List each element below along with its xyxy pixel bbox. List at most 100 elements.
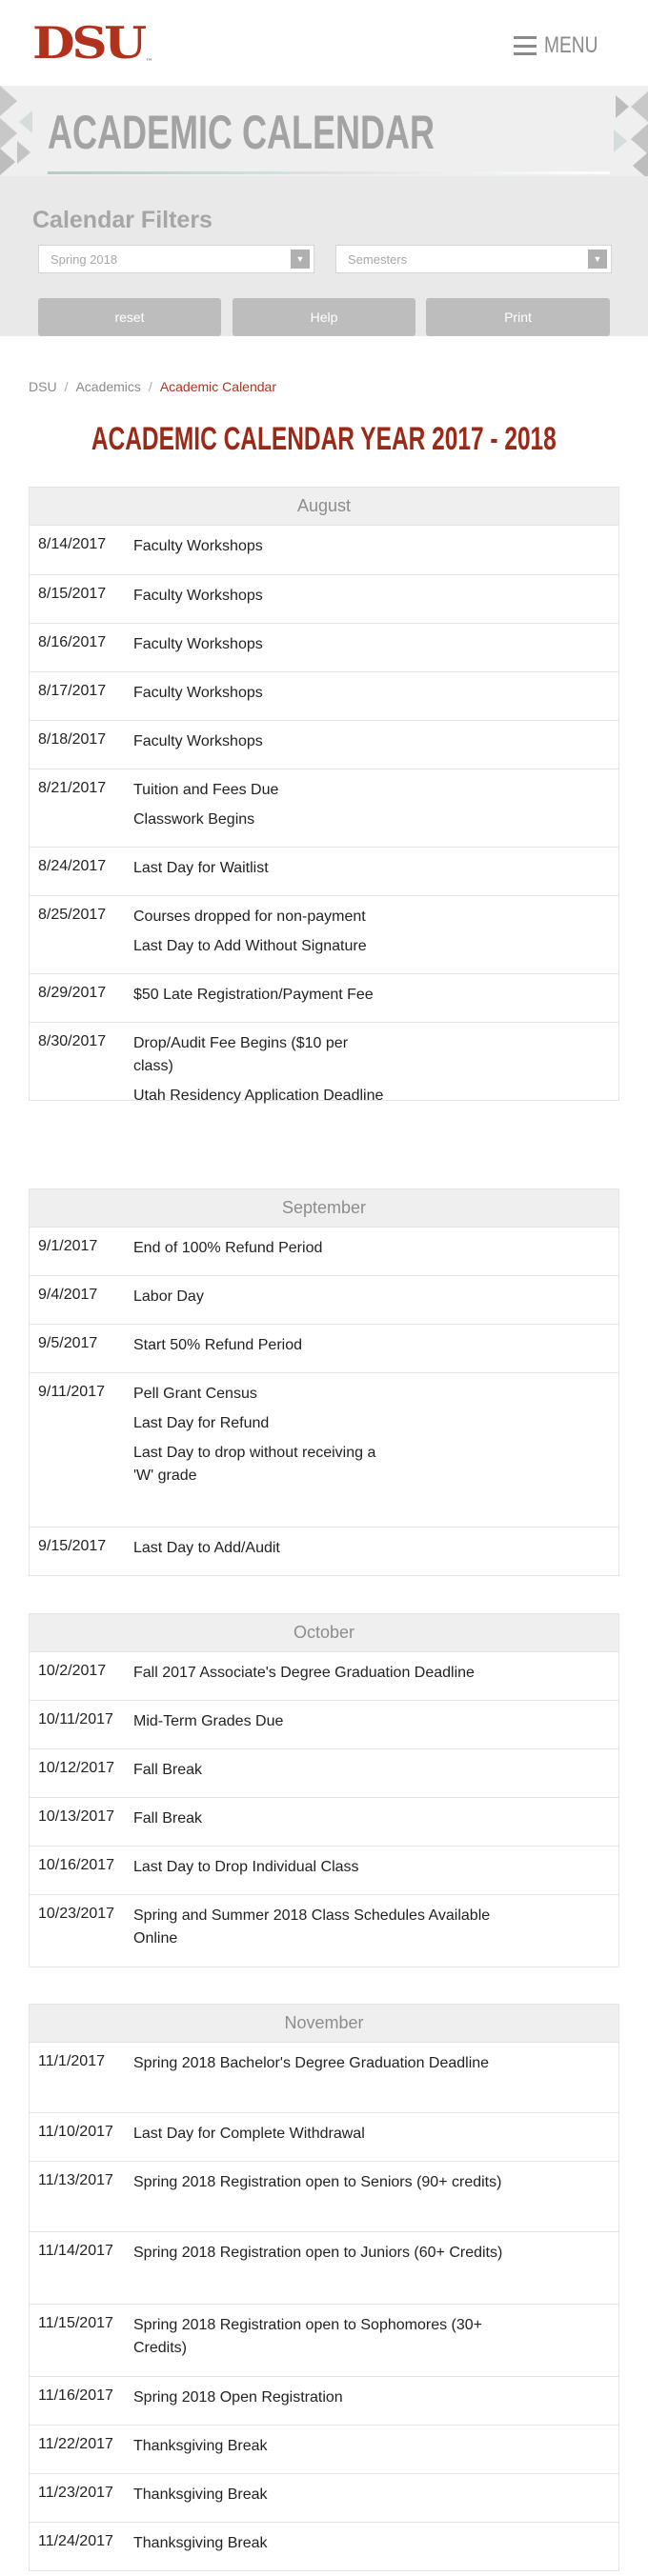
calendar-row: 9/4/2017 Labor Day (30, 1275, 618, 1324)
event-list: Tuition and Fees Due Classwork Begins (133, 769, 391, 831)
event-title: Fall Break (133, 1762, 203, 1778)
calendar-filters: Calendar Filters Spring 2018 ▼ Semesters… (0, 176, 648, 336)
event-title: Pell Grant Census (133, 1386, 257, 1402)
calendar-row: 11/16/2017 Spring 2018 Open Registration (30, 2376, 618, 2425)
event-date: 8/16/2017 (38, 634, 107, 650)
help-button[interactable]: Help (233, 298, 415, 336)
event-title: Labor Day (133, 1288, 204, 1305)
event-title: Last Day for Refund (133, 1415, 270, 1431)
calendar-row: 8/21/2017 Tuition and Fees Due Classwork B… (30, 769, 618, 847)
event-list: Mid-Term Grades Due (133, 1701, 524, 1733)
event-date: 8/24/2017 (38, 858, 107, 874)
calendar-row: 11/23/2017 Thanksgiving Break (30, 2473, 618, 2522)
event-list: Labor Day (133, 1276, 391, 1308)
event-list: Faculty Workshops (133, 721, 391, 753)
event-title: Fall 2017 Associate's Degree Graduation … (133, 1665, 475, 1681)
event-date: 11/15/2017 (38, 2315, 113, 2331)
event-list: End of 100% Refund Period (133, 1228, 391, 1260)
calendar-row: 10/23/2017 Spring and Summer 2018 Class S… (30, 1894, 618, 1967)
month-block-october: October 10/2/2017 Fall 2017 Associate's De… (29, 1613, 619, 1967)
calendar-row: 11/15/2017 Spring 2018 Registration open … (30, 2304, 618, 2376)
event-title: Spring 2018 Bachelor's Degree Graduation… (133, 2055, 490, 2071)
event-date: 11/24/2017 (38, 2533, 113, 2549)
event-date: 10/11/2017 (38, 1711, 113, 1727)
event-title: Tuition and Fees Due (133, 782, 279, 798)
event-title: Last Day to drop without receiving a 'W'… (133, 1445, 376, 1484)
event-title: Classwork Begins (133, 811, 255, 828)
event-date: 11/14/2017 (38, 2243, 113, 2259)
term-select[interactable]: Spring 2018 ▼ (38, 245, 314, 273)
event-list: Spring 2018 Open Registration (133, 2377, 524, 2409)
decorative-triangle-icon (0, 149, 15, 175)
decorative-triangle-icon (633, 152, 648, 176)
event-list: Faculty Workshops (133, 672, 391, 705)
decorative-triangle-icon (631, 91, 648, 122)
reset-button[interactable]: reset (38, 298, 221, 336)
event-date: 8/18/2017 (38, 731, 107, 748)
event-title: Last Day to Add/Audit (133, 1540, 280, 1556)
event-title: Courses dropped for non-payment (133, 909, 366, 925)
event-date: 8/14/2017 (38, 536, 107, 552)
month-block-november: November 11/1/2017 Spring 2018 Bachelor's … (29, 2004, 619, 2571)
decorative-triangle-icon (616, 95, 629, 118)
month-heading: September (30, 1189, 618, 1227)
month-heading: November (30, 2005, 618, 2042)
page-title: ACADEMIC CALENDAR YEAR 2017 - 2018 (91, 421, 557, 457)
event-list: Fall Break (133, 1749, 524, 1782)
event-list: Spring 2018 Registration open to Sophomo… (133, 2305, 524, 2360)
event-title: Fall Break (133, 1810, 203, 1827)
event-title: Drop/Audit Fee Begins ($10 per class) (133, 1035, 349, 1074)
calendar-row: 10/12/2017 Fall Break (30, 1748, 618, 1797)
event-list: Faculty Workshops (133, 575, 391, 608)
event-title: Spring 2018 Registration open to Seniors… (133, 2174, 502, 2190)
event-date: 11/22/2017 (38, 2436, 113, 2452)
breadcrumb-home[interactable]: DSU (29, 379, 57, 394)
event-title: Spring 2018 Registration open to Sophomo… (133, 2317, 483, 2356)
event-date: 8/30/2017 (38, 1033, 107, 1049)
calendar-row: 8/25/2017 Courses dropped for non-payment… (30, 895, 618, 973)
event-title: Last Day to Add Without Signature (133, 938, 367, 954)
event-date: 10/16/2017 (38, 1857, 115, 1873)
event-date: 8/17/2017 (38, 683, 107, 699)
event-title: Mid-Term Grades Due (133, 1713, 284, 1729)
event-list: Drop/Audit Fee Begins ($10 per class) Uta… (133, 1023, 391, 1108)
calendar-type-select[interactable]: Semesters ▼ (335, 245, 612, 273)
month-block-august: August 8/14/2017 Faculty Workshops 8/15/201… (29, 487, 619, 1104)
calendar-row: 9/11/2017 Pell Grant Census Last Day for R… (30, 1372, 618, 1527)
event-title: Start 50% Refund Period (133, 1337, 302, 1353)
banner-title: ACADEMIC CALENDAR (48, 106, 435, 159)
type-select-value: Semesters (348, 252, 408, 267)
event-list: Spring 2018 Registration open to Seniors… (133, 2162, 524, 2194)
decorative-triangle-icon (19, 110, 32, 133)
print-button[interactable]: Print (426, 298, 610, 336)
event-title: Faculty Workshops (133, 588, 263, 604)
dsu-logo[interactable]: DSU ™ (32, 21, 152, 65)
breadcrumb-academics[interactable]: Academics (75, 379, 140, 394)
menu-button[interactable]: MENU (514, 32, 612, 59)
event-date: 11/13/2017 (38, 2172, 113, 2188)
event-list: Last Day to Add/Audit (133, 1528, 391, 1560)
event-list: Last Day to Drop Individual Class (133, 1847, 524, 1879)
calendar-row: 8/18/2017 Faculty Workshops (30, 720, 618, 769)
event-date: 10/13/2017 (38, 1808, 115, 1825)
event-date: 8/21/2017 (38, 780, 107, 796)
event-title: Last Day to Drop Individual Class (133, 1859, 359, 1875)
event-title: Thanksgiving Break (133, 2486, 268, 2503)
calendar-row: 10/11/2017 Mid-Term Grades Due (30, 1700, 618, 1748)
event-list: Spring 2018 Bachelor's Degree Graduation… (133, 2043, 524, 2075)
breadcrumb-current: Academic Calendar (159, 379, 276, 394)
event-list: $50 Late Registration/Payment Fee (133, 974, 391, 1007)
event-title: Faculty Workshops (133, 733, 263, 749)
event-list: Pell Grant Census Last Day for Refund Last… (133, 1373, 391, 1488)
calendar-row: 8/14/2017 Faculty Workshops (30, 525, 618, 574)
decorative-triangle-icon (0, 118, 17, 149)
term-select-value: Spring 2018 (51, 252, 118, 267)
event-date: 11/1/2017 (38, 2053, 105, 2069)
event-title: Faculty Workshops (133, 538, 263, 554)
calendar-row: 10/13/2017 Fall Break (30, 1797, 618, 1846)
month-heading: October (30, 1614, 618, 1651)
decorative-triangle-icon (0, 86, 17, 116)
event-list: Last Day for Waitlist (133, 848, 391, 880)
banner-divider (48, 171, 610, 174)
calendar-row: 10/2/2017 Fall 2017 Associate's Degree Gr… (30, 1651, 618, 1700)
